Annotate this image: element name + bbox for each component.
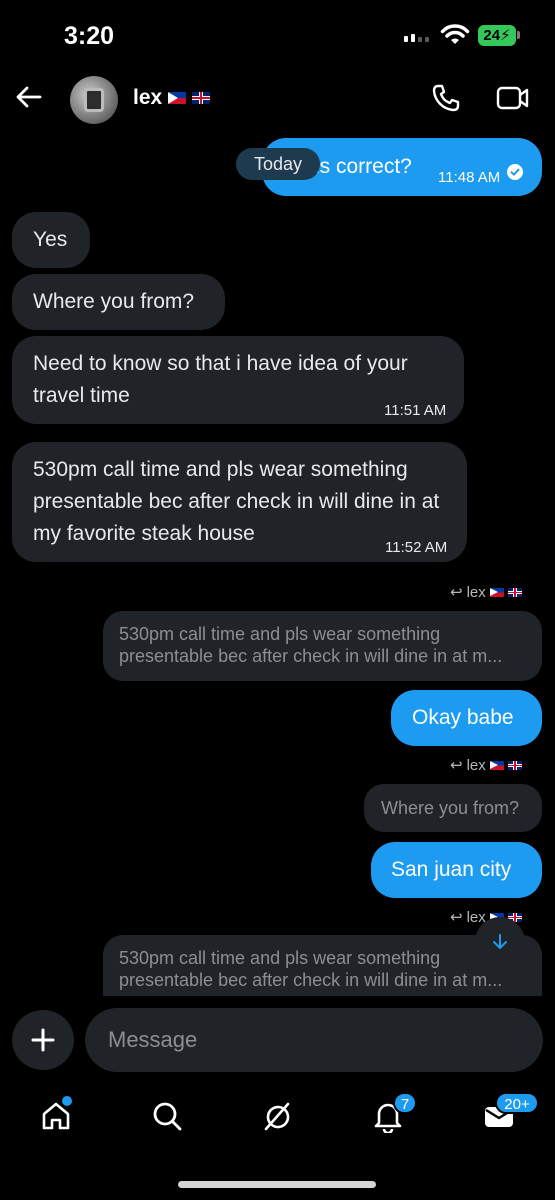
quoted-text: Where you from? xyxy=(381,798,520,818)
incoming-message[interactable]: 530pm call time and pls wear something p… xyxy=(12,442,467,562)
status-time: 3:20 xyxy=(64,22,115,50)
philippines-flag-icon xyxy=(168,92,187,104)
nav-grok[interactable] xyxy=(255,1094,299,1138)
plus-icon xyxy=(31,1028,55,1052)
phone-icon xyxy=(432,84,460,112)
signal-icon xyxy=(404,34,429,42)
message-time: 11:51 AM xyxy=(384,402,447,419)
philippines-flag-icon xyxy=(489,760,504,770)
contact-name-label: lex xyxy=(133,86,163,109)
arrow-down-icon xyxy=(493,934,507,949)
grok-icon xyxy=(264,1102,290,1131)
message-text: Where you from? xyxy=(33,290,195,313)
message-time: 11:52 AM xyxy=(385,539,448,556)
uk-flag-icon xyxy=(192,92,211,104)
message-text: Yes xyxy=(33,228,68,251)
back-button[interactable] xyxy=(14,82,44,117)
avatar[interactable] xyxy=(70,76,118,124)
nav-notifications[interactable]: 7 xyxy=(366,1092,417,1138)
philippines-flag-icon xyxy=(489,587,504,597)
scroll-to-bottom-button[interactable] xyxy=(475,917,525,967)
reply-arrow-icon: ↩ xyxy=(450,757,463,774)
outgoing-message[interactable]: Okay babe xyxy=(391,690,542,746)
nav-messages[interactable]: 20+ xyxy=(477,1092,539,1138)
message-text: Okay babe xyxy=(412,706,514,729)
add-attachment-button[interactable] xyxy=(12,1010,74,1070)
read-receipt-icon xyxy=(507,164,523,180)
reply-to-name: lex xyxy=(466,583,486,601)
quoted-message[interactable]: 530pm call time and pls wear something p… xyxy=(103,611,542,681)
nav-home[interactable] xyxy=(34,1094,78,1138)
incoming-message[interactable]: Need to know so that i have idea of your… xyxy=(12,336,464,424)
quoted-message[interactable]: Where you from? xyxy=(364,784,542,832)
contact-name[interactable]: lex xyxy=(133,86,211,110)
arrow-left-icon xyxy=(16,86,42,108)
battery-indicator: 24⚡ xyxy=(478,25,516,46)
reply-arrow-icon: ↩ xyxy=(450,909,463,926)
reply-arrow-icon: ↩ xyxy=(450,584,463,601)
quoted-text: 530pm call time and pls wear something p… xyxy=(119,624,503,666)
uk-flag-icon xyxy=(507,760,522,770)
message-text: is correct? xyxy=(315,155,412,178)
video-call-button[interactable] xyxy=(496,84,530,117)
message-text: San juan city xyxy=(391,858,512,881)
message-time: 11:48 AM xyxy=(438,169,501,186)
nav-search[interactable] xyxy=(145,1094,189,1138)
incoming-message[interactable]: Yes xyxy=(12,212,90,268)
call-button[interactable] xyxy=(430,82,462,119)
search-icon xyxy=(153,1102,182,1131)
reply-to-name: lex xyxy=(466,756,486,774)
message-input[interactable] xyxy=(85,1008,543,1072)
battery-tip xyxy=(517,31,520,39)
outgoing-message[interactable]: San juan city xyxy=(371,842,542,898)
quoted-text: 530pm call time and pls wear something p… xyxy=(119,948,503,990)
date-separator: Today xyxy=(236,148,320,180)
home-unread-dot xyxy=(62,1096,72,1106)
incoming-message[interactable]: Where you from? xyxy=(12,274,225,330)
wifi-icon xyxy=(440,24,470,51)
reply-reference: ↩ lex xyxy=(450,756,522,774)
messages-badge: 20+ xyxy=(495,1092,539,1114)
notifications-badge: 7 xyxy=(393,1092,417,1114)
video-icon xyxy=(496,86,529,110)
home-indicator xyxy=(178,1181,376,1188)
reply-reference: ↩ lex xyxy=(450,583,522,601)
uk-flag-icon xyxy=(507,587,522,597)
